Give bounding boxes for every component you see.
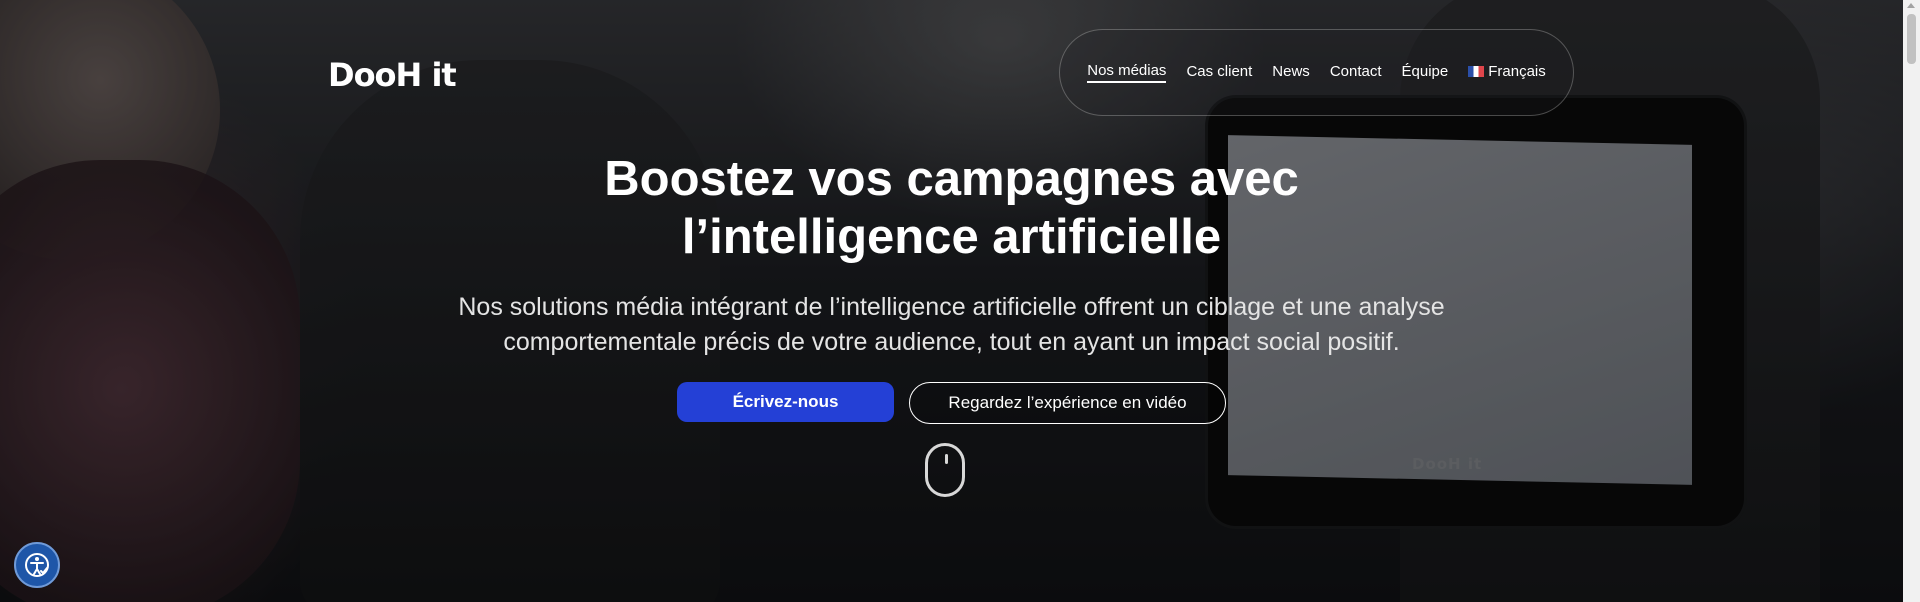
watch-video-button[interactable]: Regardez l’expérience en vidéo	[909, 382, 1226, 424]
nav-item-contact[interactable]: Contact	[1330, 63, 1382, 82]
main-navigation: Nos médias Cas client News Contact Équip…	[1059, 29, 1574, 116]
language-label: Français	[1488, 63, 1546, 80]
hero-headline-line2: l’intelligence artificielle	[681, 210, 1222, 264]
hero-subtitle-line1: Nos solutions média intégrant de l’intel…	[458, 293, 1445, 321]
mouse-wheel	[945, 454, 948, 464]
page-scrollbar[interactable]	[1903, 0, 1920, 602]
language-selector[interactable]: Français	[1468, 63, 1546, 82]
nav-item-equipe[interactable]: Équipe	[1402, 63, 1449, 82]
accessibility-icon	[25, 553, 49, 577]
nav-item-news[interactable]: News	[1272, 63, 1310, 82]
hero-headline: Boostez vos campagnes avec l’intelligenc…	[0, 150, 1903, 266]
nav-item-nos-medias[interactable]: Nos médias	[1087, 62, 1167, 83]
mouse-scroll-icon[interactable]	[925, 443, 965, 497]
contact-us-button[interactable]: Écrivez-nous	[677, 382, 894, 422]
hero-headline-line1: Boostez vos campagnes avec	[604, 152, 1299, 206]
site-logo[interactable]: DooH it	[328, 56, 457, 94]
accessibility-widget-button[interactable]	[14, 542, 60, 588]
nav-item-cas-client[interactable]: Cas client	[1186, 63, 1252, 82]
scroll-up-arrow-icon[interactable]	[1907, 3, 1915, 8]
hero-subtitle-line2: comportementale précis de votre audience…	[503, 328, 1400, 356]
scrollbar-thumb[interactable]	[1907, 14, 1916, 64]
hero-subtitle: Nos solutions média intégrant de l’intel…	[380, 290, 1523, 360]
french-flag-icon	[1468, 66, 1485, 77]
